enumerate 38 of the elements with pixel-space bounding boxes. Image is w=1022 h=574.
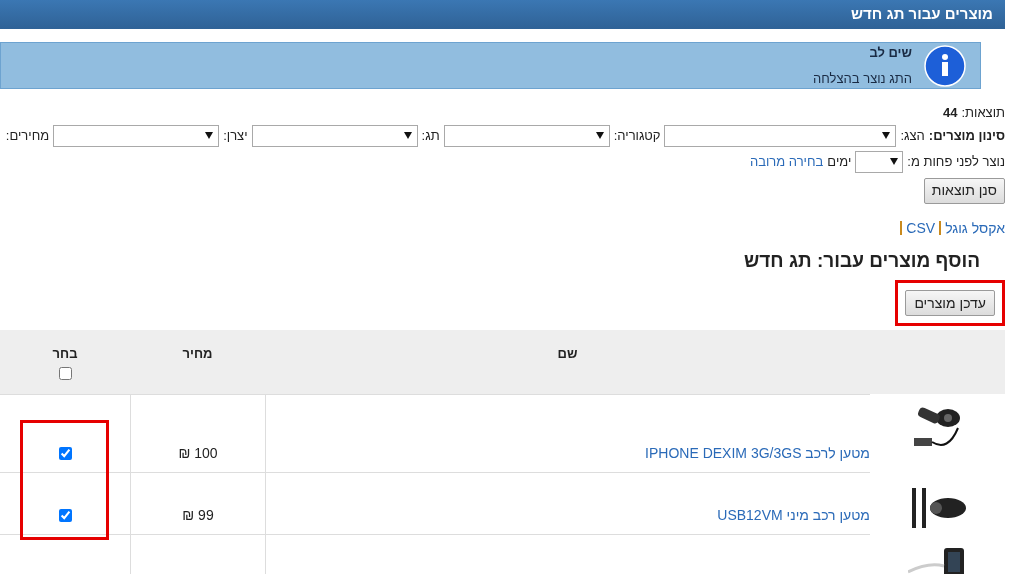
dropdown-arrow-icon — [882, 132, 891, 139]
column-header: מחיר — [182, 345, 213, 363]
export-link[interactable]: CSV — [906, 217, 936, 239]
filter-label: קטגוריה: — [613, 126, 661, 145]
price-cell-text: 100 ₪ — [178, 444, 218, 463]
price-cell-text: 99 ₪ — [182, 506, 214, 525]
section-title: הוסף מוצרים עבור: תג חדש — [744, 249, 980, 271]
info-icon — [924, 44, 966, 87]
export-link[interactable]: אקסל גוגל — [945, 217, 1005, 239]
age-label: נוצר לפני פחות מ: — [907, 152, 1005, 171]
dropdown-arrow-icon — [205, 132, 214, 139]
notice-title: שים לב — [868, 44, 912, 62]
filter-button[interactable]: סנן תוצאות — [923, 177, 1005, 204]
age-unit: ימים — [827, 152, 852, 171]
column-header: בחר — [52, 345, 78, 363]
page-title: מוצרים עבור תג חדש — [850, 4, 993, 25]
link-separator — [900, 221, 903, 235]
filter-label: תג: — [421, 126, 440, 145]
filter-label: הצג: — [900, 126, 925, 145]
dropdown[interactable] — [855, 150, 904, 173]
dropdown-arrow-icon — [890, 158, 899, 165]
row-checkbox[interactable] — [58, 509, 72, 522]
row-checkbox[interactable] — [58, 447, 72, 460]
results-label: תוצאות: — [961, 104, 1005, 122]
filter-label: מחירים: — [5, 126, 50, 145]
filter-label: יצרן: — [223, 126, 248, 145]
results-count: 44 — [942, 104, 958, 122]
dropdown-arrow-icon — [403, 132, 412, 139]
product-link[interactable]: מטען לרכב IPHONE DEXIM 3G/3GS — [645, 443, 870, 464]
link-separator — [939, 221, 942, 235]
dropdown-arrow-icon — [595, 132, 604, 139]
multi-select-link[interactable]: בחירה מרובה — [749, 151, 824, 172]
notice-message: התג נוצר בהצלחה — [813, 69, 912, 88]
column-header: שם — [557, 345, 578, 363]
product-link[interactable]: מטען רכב מיני USB12VM — [717, 505, 870, 526]
select-all-checkbox[interactable] — [58, 366, 72, 380]
filter-title: סינון מוצרים: — [928, 126, 1005, 145]
update-products-button[interactable]: עדכן מוצרים — [905, 290, 995, 316]
